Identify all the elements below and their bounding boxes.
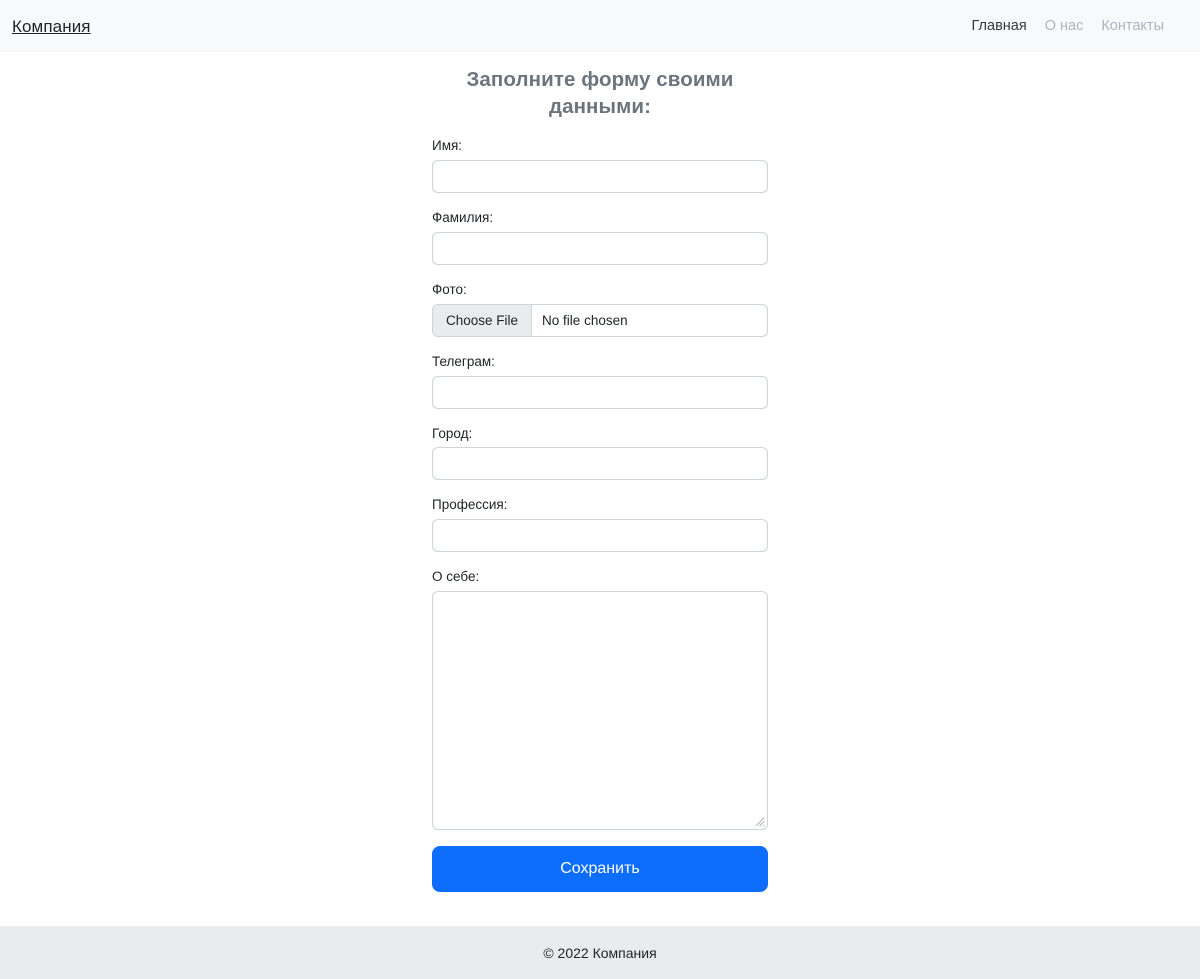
page-title: Заполните форму своими данными: [466,68,734,119]
save-button[interactable]: Сохранить [432,846,768,893]
label-about: О себе: [432,569,480,585]
field-group-profession: Профессия: [432,497,768,553]
input-city[interactable] [432,447,768,481]
brand-logo[interactable]: Компания [12,18,91,35]
nav-link-about[interactable]: О нас [1045,19,1084,34]
input-last-name[interactable] [432,231,768,265]
input-first-name[interactable] [432,159,768,193]
input-about[interactable] [432,591,768,831]
submit-row: Сохранить [432,846,768,893]
choose-file-button[interactable]: Choose File [433,304,533,336]
label-profession: Профессия: [432,497,508,513]
label-first-name: Имя: [432,138,463,154]
label-last-name: Фамилия: [432,209,494,225]
nav-link-home[interactable]: Главная [972,19,1027,34]
field-group-telegram: Телеграм: [432,354,768,409]
label-telegram: Телеграм: [432,353,495,369]
label-city: Город: [432,425,473,441]
field-group-about: О себе: [432,569,768,831]
label-photo: Фото: [432,281,467,297]
field-group-last-name: Фамилия: [432,210,768,265]
footer-copyright: © 2022 Компания [543,944,657,961]
main-navigation: Главная О нас Контакты [972,19,1188,34]
field-group-city: Город: [432,426,768,481]
site-header: Компания Главная О нас Контакты [0,0,1200,52]
site-footer: © 2022 Компания [0,926,1200,979]
main-content: Заполните форму своими данными: Имя: Фам… [0,52,1200,893]
input-telegram[interactable] [432,375,768,409]
user-data-form: Заполните форму своими данными: Имя: Фам… [432,56,768,893]
field-group-photo: Фото: Choose File No file chosen [432,282,768,337]
nav-link-contacts[interactable]: Контакты [1101,19,1164,34]
file-status-text: No file chosen [542,312,628,328]
about-textarea-wrapper [432,591,768,831]
input-profession[interactable] [432,519,768,553]
input-photo-file[interactable]: Choose File No file chosen [432,303,768,337]
field-group-first-name: Имя: [432,138,768,193]
